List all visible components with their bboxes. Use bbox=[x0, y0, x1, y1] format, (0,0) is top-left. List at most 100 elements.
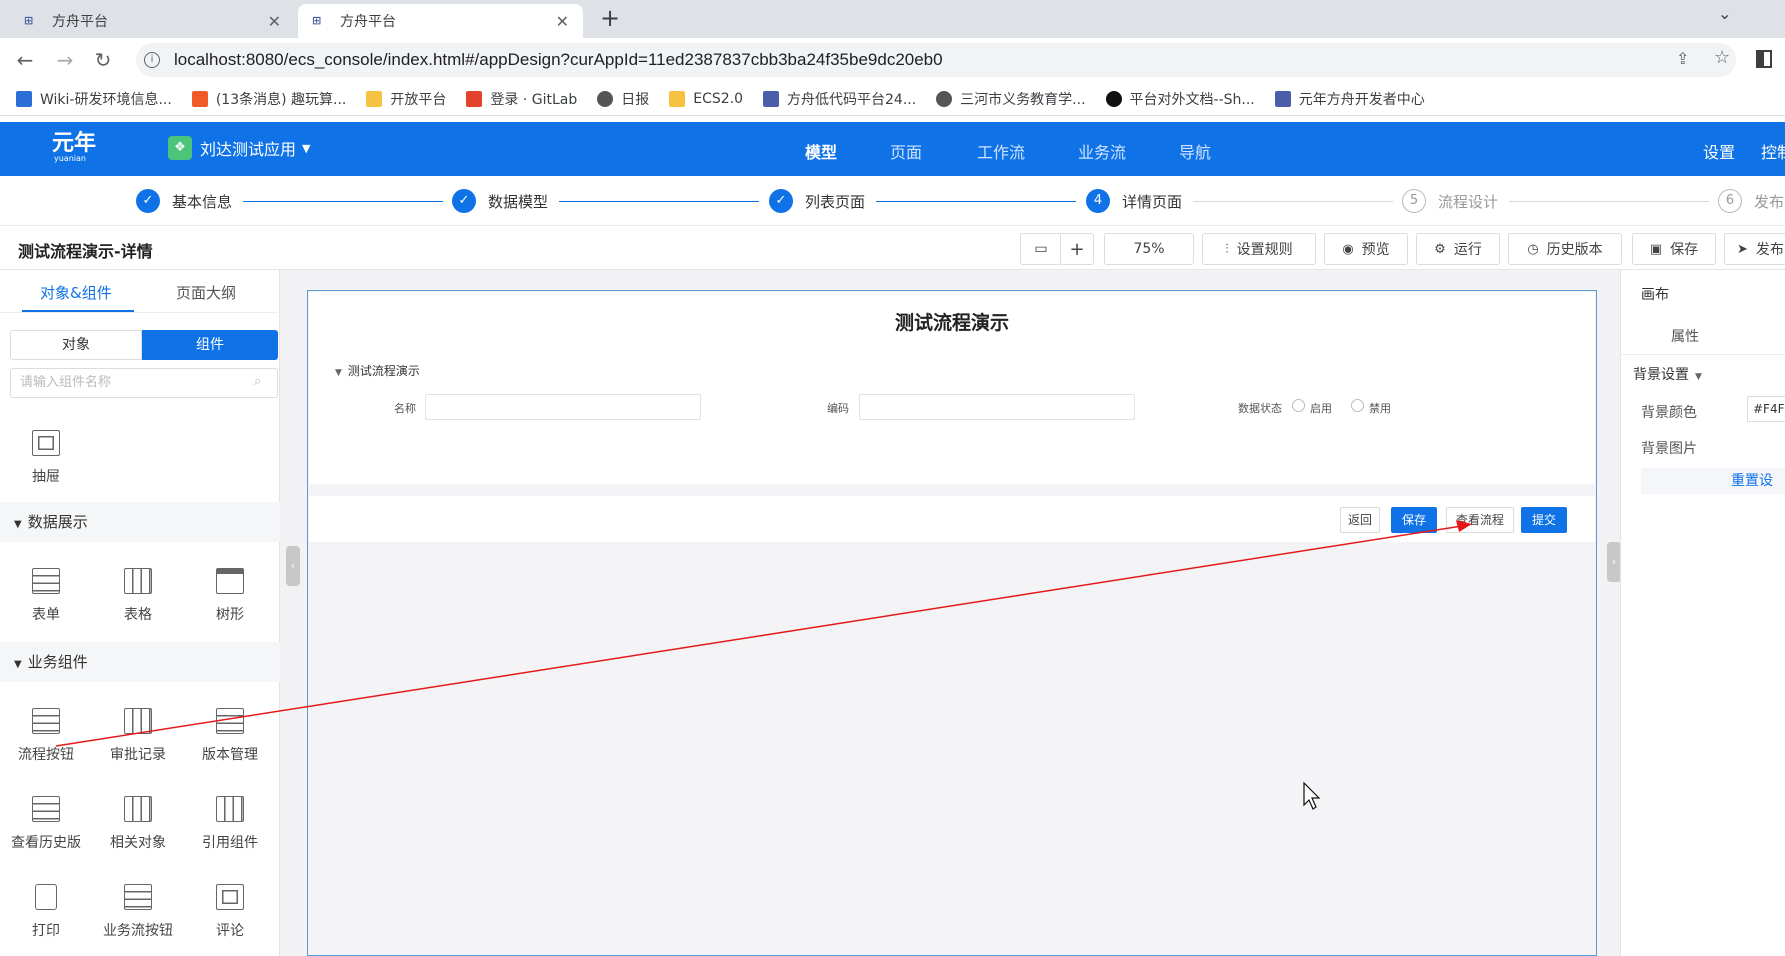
close-tab-icon[interactable]: ✕ bbox=[556, 12, 569, 31]
run-button[interactable]: ⚙ 运行 bbox=[1416, 233, 1500, 265]
table-icon bbox=[216, 796, 244, 822]
tab-page-outline[interactable]: 页面大纲 bbox=[176, 282, 236, 303]
collapse-right-handle[interactable]: › bbox=[1607, 542, 1621, 582]
bookmark-item[interactable]: 元年方舟开发者中心 bbox=[1274, 89, 1425, 109]
component-drawer[interactable]: 抽屉 bbox=[6, 430, 86, 486]
back-button[interactable]: 返回 bbox=[1340, 507, 1380, 533]
component-flow-button[interactable]: 流程按钮 bbox=[6, 708, 86, 764]
publish-button[interactable]: ➤ 发布 bbox=[1724, 233, 1785, 265]
step-data-model[interactable]: ✓ 数据模型 bbox=[452, 189, 548, 213]
device-toggle-button[interactable]: ▭ bbox=[1020, 233, 1062, 265]
bookmark-item[interactable]: Wiki-研发环境信息... bbox=[16, 89, 172, 109]
preview-button[interactable]: ◉ 预览 bbox=[1324, 233, 1408, 265]
section-business[interactable]: ▼ 业务组件 bbox=[0, 642, 280, 682]
back-icon[interactable]: ← bbox=[12, 47, 38, 73]
component-reference[interactable]: 引用组件 bbox=[190, 796, 270, 852]
component-view-history[interactable]: 查看历史版 bbox=[6, 796, 86, 852]
name-input[interactable] bbox=[425, 394, 701, 420]
nav-workflow[interactable]: 工作流 bbox=[977, 139, 1025, 163]
logo[interactable]: 元年 yuanian bbox=[52, 133, 96, 164]
star-icon[interactable]: ☆ bbox=[1714, 47, 1730, 68]
component-panel: 对象&组件 页面大纲 对象 组件 请输入组件名称 ⌕ 抽屉 ▼ 数据展示 表单 表… bbox=[0, 270, 280, 956]
app-favicon-icon: ⊞ bbox=[312, 14, 322, 27]
step-publish[interactable]: 6 发布 bbox=[1718, 189, 1784, 213]
settings-link[interactable]: 设置 bbox=[1703, 139, 1735, 163]
info-icon[interactable]: i bbox=[144, 52, 160, 68]
step-detail-page[interactable]: 4 详情页面 bbox=[1086, 189, 1182, 213]
bookmark-item[interactable]: (13条消息) 趣玩算... bbox=[191, 89, 346, 109]
component-comment[interactable]: 评论 bbox=[190, 884, 270, 940]
tab-properties[interactable]: 属性 bbox=[1671, 326, 1699, 346]
url-input[interactable]: i localhost:8080/ecs_console/index.html#… bbox=[136, 43, 1736, 77]
save-button[interactable]: ▣ 保存 bbox=[1632, 233, 1716, 265]
close-tab-icon[interactable]: ✕ bbox=[268, 12, 281, 31]
caret-down-icon: ▼ bbox=[302, 141, 311, 155]
step-number: 4 bbox=[1086, 189, 1110, 213]
nav-bizflow[interactable]: 业务流 bbox=[1078, 139, 1126, 163]
console-link[interactable]: 控制 bbox=[1761, 139, 1785, 163]
bg-settings-header[interactable]: 背景设置 ▼ bbox=[1633, 364, 1702, 384]
tab-title: 方舟平台 bbox=[340, 14, 396, 30]
new-tab-icon[interactable]: + bbox=[600, 4, 620, 32]
bookmark-item[interactable]: 三河市义务教育学... bbox=[936, 89, 1086, 109]
divider bbox=[1621, 354, 1785, 355]
component-print[interactable]: 打印 bbox=[6, 884, 86, 940]
form-icon bbox=[216, 708, 244, 734]
component-related-objects[interactable]: 相关对象 bbox=[98, 796, 178, 852]
section-data-display[interactable]: ▼ 数据展示 bbox=[0, 502, 280, 542]
component-tree[interactable]: 树形 bbox=[190, 568, 270, 624]
nav-model[interactable]: 模型 bbox=[805, 139, 837, 163]
bookmark-item[interactable]: 方舟低代码平台24... bbox=[763, 89, 916, 109]
group-header[interactable]: ▼ 测试流程演示 bbox=[335, 362, 420, 379]
code-input[interactable] bbox=[859, 394, 1135, 420]
browser-tab[interactable]: ⊞ 方舟平台 ✕ bbox=[10, 4, 295, 38]
share-icon[interactable]: ⇪ bbox=[1676, 49, 1689, 68]
bookmark-item[interactable]: ECS2.0 bbox=[669, 90, 743, 107]
bookmark-item[interactable]: 开放平台 bbox=[366, 89, 446, 109]
browser-tab-active[interactable]: ⊞ 方舟平台 ✕ bbox=[298, 4, 583, 38]
history-button[interactable]: ◷ 历史版本 bbox=[1508, 233, 1622, 265]
sidebar-toggle-icon[interactable] bbox=[1756, 50, 1772, 68]
bookmark-item[interactable]: 登录 · GitLab bbox=[466, 89, 577, 109]
tab-objects-components[interactable]: 对象&组件 bbox=[40, 282, 112, 303]
component-form[interactable]: 表单 bbox=[6, 568, 86, 624]
bg-color-input[interactable]: #F4F bbox=[1747, 396, 1785, 422]
reset-button[interactable]: 重置设 bbox=[1641, 468, 1785, 494]
component-search-input[interactable]: 请输入组件名称 bbox=[10, 368, 278, 398]
step-list-page[interactable]: ✓ 列表页面 bbox=[769, 189, 865, 213]
check-icon: ✓ bbox=[769, 189, 793, 213]
component-bizflow-button[interactable]: 业务流按钮 bbox=[98, 884, 178, 940]
segment-components[interactable]: 组件 bbox=[142, 330, 278, 360]
add-button[interactable]: + bbox=[1060, 233, 1094, 265]
radio-disable-label: 禁用 bbox=[1369, 402, 1391, 415]
form-card[interactable]: 测试流程演示 ▼ 测试流程演示 名称 编码 数据状态 启用 禁用 bbox=[309, 292, 1595, 484]
bookmark-item[interactable]: 平台对外文档--Sh... bbox=[1105, 89, 1255, 109]
save-icon: ▣ bbox=[1649, 241, 1663, 257]
view-flow-button[interactable]: 查看流程 bbox=[1446, 507, 1514, 533]
gitlab-icon bbox=[466, 90, 483, 107]
collapse-left-handle[interactable]: ‹ bbox=[286, 546, 300, 586]
bookmark-item[interactable]: 日报 bbox=[597, 89, 649, 109]
form-title: 测试流程演示 bbox=[894, 312, 1009, 334]
step-flow-design[interactable]: 5 流程设计 bbox=[1402, 189, 1498, 213]
reload-icon[interactable]: ↻ bbox=[90, 47, 116, 73]
save-form-button[interactable]: 保存 bbox=[1391, 507, 1437, 533]
component-table[interactable]: 表格 bbox=[98, 568, 178, 624]
submit-button[interactable]: 提交 bbox=[1521, 507, 1567, 533]
radio-enable[interactable] bbox=[1292, 399, 1305, 412]
zoom-select[interactable]: 75% bbox=[1104, 233, 1194, 265]
segment-objects[interactable]: 对象 bbox=[10, 330, 142, 360]
step-basic-info[interactable]: ✓ 基本信息 bbox=[136, 189, 232, 213]
chevron-down-icon[interactable]: ⌄ bbox=[1718, 4, 1731, 23]
nav-navigation[interactable]: 导航 bbox=[1179, 139, 1211, 163]
component-version-mgmt[interactable]: 版本管理 bbox=[190, 708, 270, 764]
component-approval-record[interactable]: 审批记录 bbox=[98, 708, 178, 764]
step-connector bbox=[1193, 201, 1393, 202]
printer-icon bbox=[35, 884, 57, 910]
app-switcher[interactable]: ❖ 刘达测试应用 ▼ bbox=[168, 136, 310, 160]
search-icon: ⌕ bbox=[254, 374, 262, 389]
radio-disable[interactable] bbox=[1351, 399, 1364, 412]
nav-page[interactable]: 页面 bbox=[890, 139, 922, 163]
forward-icon[interactable]: → bbox=[52, 47, 78, 73]
rules-button[interactable]: ⫶ 设置规则 bbox=[1202, 233, 1316, 265]
